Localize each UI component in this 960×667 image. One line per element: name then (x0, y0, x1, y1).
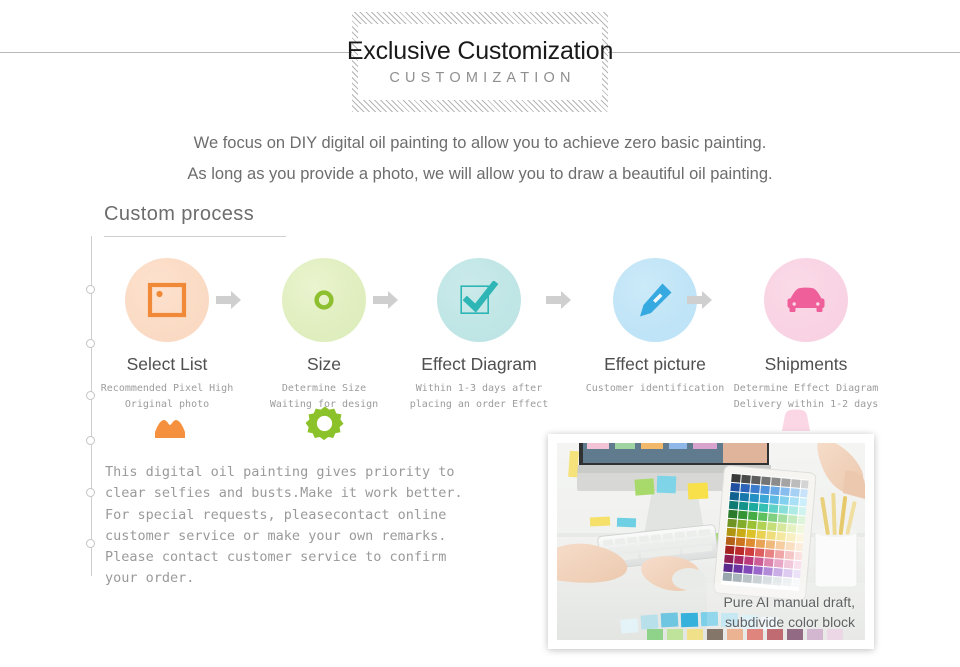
step-desc-1-line-2: Original photo (124, 399, 210, 410)
body-line-2: clear selfies and busts.Make it work bet… (105, 485, 463, 502)
arrow-right-icon (546, 290, 572, 310)
photo-card: Pure AI manual draft, subdivide color bl… (548, 434, 874, 649)
photo-caption: Pure AI manual draft, subdivide color bl… (723, 592, 855, 632)
intro-line-1: We focus on DIY digital oil painting to … (193, 134, 767, 152)
header-hatched-frame: Exclusive Customization CUSTOMIZATION (347, 12, 613, 112)
step-circle-1 (125, 258, 209, 342)
timeline-dot (86, 488, 95, 497)
step-desc-4-line-1: Customer identification (585, 383, 725, 394)
step-circle-2 (282, 258, 366, 342)
arrow-right-icon (216, 290, 242, 310)
page-title: Exclusive Customization (346, 36, 614, 65)
intro-line-2: As long as you provide a photo, we will … (187, 165, 773, 183)
pen-icon (640, 283, 672, 317)
step-circle-4 (613, 258, 697, 342)
section-title-custom-process: Custom process (104, 203, 286, 237)
step-desc-5-line-1: Determine Effect Diagram (733, 383, 879, 394)
body-line-1: This digital oil painting gives priority… (105, 464, 455, 480)
process-step-effect-diagram[interactable]: Effect Diagram Within 1-3 days after pla… (404, 258, 554, 413)
timeline-dot (86, 539, 95, 548)
arrow-right-icon (373, 290, 399, 310)
step-desc-3-line-2: placing an order Effect (409, 399, 549, 410)
pink-shape (780, 409, 812, 436)
process-step-select-list[interactable]: Select List Recommended Pixel High Origi… (92, 258, 242, 413)
step-desc-1-line-1: Recommended Pixel High (100, 383, 234, 394)
process-steps: Select List Recommended Pixel High Origi… (101, 258, 916, 428)
checkbox-icon (460, 281, 499, 314)
page-subtitle: CUSTOMIZATION (389, 70, 576, 87)
step-circle-3 (437, 258, 521, 342)
step-circle-5 (764, 258, 848, 342)
timeline-dot (86, 436, 95, 445)
green-gear-icon (305, 405, 345, 450)
header-text-block: Exclusive Customization CUSTOMIZATION (347, 24, 613, 100)
step-title-2: Size (306, 354, 342, 374)
orange-mountain-shape (155, 418, 185, 443)
body-line-4: customer service or make your own remark… (105, 527, 447, 544)
process-step-size[interactable]: Size Determine Size Waiting for design (249, 258, 399, 413)
step-desc-3-line-1: Within 1-3 days after (415, 383, 543, 394)
photo-caption-line-1: Pure AI manual draft, (723, 594, 855, 610)
step-title-4: Effect picture (604, 354, 706, 374)
car-icon (787, 287, 825, 312)
body-paragraph: This digital oil painting gives priority… (105, 462, 525, 590)
header-rule-left (0, 52, 352, 53)
step-title-5: Shipments (764, 354, 848, 374)
arrow-right-icon (687, 290, 713, 310)
photo-caption-line-2: subdivide color block (725, 614, 855, 630)
ring-icon (314, 290, 334, 310)
process-step-shipments[interactable]: Shipments Determine Effect Diagram Deliv… (731, 258, 881, 413)
header-rule-right (608, 52, 960, 53)
intro-paragraph: We focus on DIY digital oil painting to … (0, 128, 960, 190)
picture-icon (147, 282, 187, 318)
body-line-6: your order. (105, 570, 195, 587)
step-title-1: Select List (126, 354, 208, 374)
body-line-5: Please contact customer service to confi… (105, 549, 447, 566)
step-title-3: Effect Diagram (421, 354, 537, 374)
workspace-photo: Pure AI manual draft, subdivide color bl… (557, 443, 865, 640)
step-desc-2-line-1: Determine Size (281, 383, 367, 394)
page-header: Exclusive Customization CUSTOMIZATION (0, 0, 960, 122)
process-step-effect-picture[interactable]: Effect picture Customer identification (580, 258, 730, 397)
body-line-3: For special requests, pleasecontact onli… (105, 506, 447, 523)
